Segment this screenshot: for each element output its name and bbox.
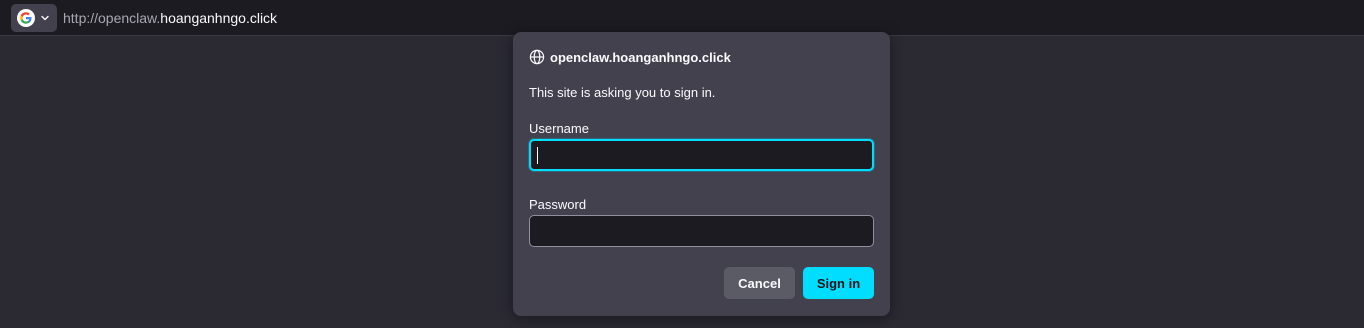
- username-label: Username: [529, 121, 589, 136]
- password-field[interactable]: [529, 215, 874, 247]
- text-cursor: [537, 147, 538, 164]
- dialog-site-host: openclaw.hoanganhngo.click: [550, 49, 731, 65]
- cancel-button[interactable]: Cancel: [724, 267, 795, 299]
- url-host: hoanganhngo.click: [160, 10, 278, 26]
- url-scheme: http://openclaw.: [63, 10, 161, 26]
- globe-icon: [529, 49, 545, 65]
- url-text[interactable]: http://openclaw.hoanganhngo.click: [63, 10, 277, 26]
- dialog-message: This site is asking you to sign in.: [529, 85, 716, 100]
- dialog-header: openclaw.hoanganhngo.click: [529, 49, 731, 65]
- password-label: Password: [529, 197, 587, 212]
- sign-in-dialog: openclaw.hoanganhngo.click This site is …: [513, 32, 890, 316]
- google-g-icon: [17, 9, 35, 27]
- address-bar[interactable]: http://openclaw.hoanganhngo.click: [8, 2, 1354, 34]
- username-field[interactable]: [529, 139, 874, 171]
- browser-toolbar: http://openclaw.hoanganhngo.click: [0, 0, 1364, 36]
- sign-in-button[interactable]: Sign in: [803, 267, 874, 299]
- chevron-down-icon: [39, 12, 51, 24]
- search-engine-selector[interactable]: [11, 4, 57, 32]
